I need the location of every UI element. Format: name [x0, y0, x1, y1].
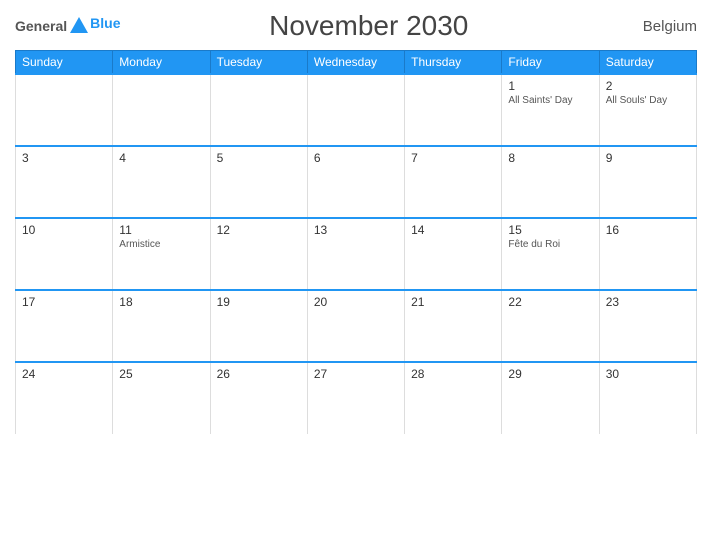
logo: General Blue [15, 15, 120, 37]
header: General Blue November 2030 Belgium [15, 10, 697, 42]
calendar-cell: 5 [210, 146, 307, 218]
day-number: 18 [119, 295, 203, 309]
calendar-cell [210, 74, 307, 146]
calendar-cell: 25 [113, 362, 210, 434]
calendar-cell: 26 [210, 362, 307, 434]
day-number: 8 [508, 151, 592, 165]
day-number: 30 [606, 367, 690, 381]
header-thursday: Thursday [405, 51, 502, 75]
calendar-cell: 29 [502, 362, 599, 434]
calendar-cell: 27 [307, 362, 404, 434]
calendar-cell: 19 [210, 290, 307, 362]
calendar-cell: 13 [307, 218, 404, 290]
day-number: 26 [217, 367, 301, 381]
day-number: 9 [606, 151, 690, 165]
calendar-week-row: 24 25 26 27 28 29 30 [16, 362, 697, 434]
calendar-cell: 14 [405, 218, 502, 290]
weekday-header-row: Sunday Monday Tuesday Wednesday Thursday… [16, 51, 697, 75]
calendar-cell [405, 74, 502, 146]
day-number: 23 [606, 295, 690, 309]
calendar-cell [16, 74, 113, 146]
holiday-label: All Saints' Day [508, 95, 592, 106]
holiday-label: All Souls' Day [606, 95, 690, 106]
day-number: 28 [411, 367, 495, 381]
day-number: 25 [119, 367, 203, 381]
day-number: 13 [314, 223, 398, 237]
month-title: November 2030 [120, 10, 617, 42]
calendar-cell: 7 [405, 146, 502, 218]
calendar-cell: 3 [16, 146, 113, 218]
calendar-week-row: 3456789 [16, 146, 697, 218]
calendar-cell: 11 Armistice [113, 218, 210, 290]
day-number: 14 [411, 223, 495, 237]
calendar-cell: 6 [307, 146, 404, 218]
calendar-cell: 4 [113, 146, 210, 218]
logo-icon [68, 15, 90, 37]
calendar-cell: 1 All Saints' Day [502, 74, 599, 146]
day-number: 11 [119, 223, 203, 237]
header-sunday: Sunday [16, 51, 113, 75]
day-number: 29 [508, 367, 592, 381]
day-number: 20 [314, 295, 398, 309]
header-monday: Monday [113, 51, 210, 75]
logo-general-text: General [15, 18, 67, 34]
calendar-cell: 2 All Souls' Day [599, 74, 696, 146]
calendar-cell: 21 [405, 290, 502, 362]
day-number: 16 [606, 223, 690, 237]
calendar-cell: 16 [599, 218, 696, 290]
calendar-cell: 15 Fête du Roi [502, 218, 599, 290]
day-number: 19 [217, 295, 301, 309]
calendar-cell: 20 [307, 290, 404, 362]
calendar-cell: 24 [16, 362, 113, 434]
day-number: 2 [606, 79, 690, 93]
holiday-label: Fête du Roi [508, 239, 592, 250]
calendar-cell: 17 [16, 290, 113, 362]
calendar-cell: 9 [599, 146, 696, 218]
header-saturday: Saturday [599, 51, 696, 75]
calendar-week-row: 10 11 Armistice 12 13 14 15 Fête du Roi 16 [16, 218, 697, 290]
calendar-cell: 8 [502, 146, 599, 218]
calendar-cell: 28 [405, 362, 502, 434]
calendar-cell: 10 [16, 218, 113, 290]
day-number: 17 [22, 295, 106, 309]
calendar-cell: 22 [502, 290, 599, 362]
day-number: 21 [411, 295, 495, 309]
day-number: 3 [22, 151, 106, 165]
day-number: 10 [22, 223, 106, 237]
logo-blue-text: Blue [90, 15, 120, 31]
calendar-grid: Sunday Monday Tuesday Wednesday Thursday… [15, 50, 697, 434]
calendar-cell [307, 74, 404, 146]
header-friday: Friday [502, 51, 599, 75]
day-number: 12 [217, 223, 301, 237]
day-number: 7 [411, 151, 495, 165]
country-label: Belgium [617, 18, 697, 35]
calendar-cell: 23 [599, 290, 696, 362]
calendar-cell: 12 [210, 218, 307, 290]
day-number: 22 [508, 295, 592, 309]
header-tuesday: Tuesday [210, 51, 307, 75]
calendar-container: General Blue November 2030 Belgium Sunda… [0, 0, 712, 550]
calendar-week-row: 17 18 19 20 21 22 23 [16, 290, 697, 362]
calendar-cell: 18 [113, 290, 210, 362]
calendar-week-row: 1 All Saints' Day 2 All Souls' Day [16, 74, 697, 146]
day-number: 6 [314, 151, 398, 165]
day-number: 24 [22, 367, 106, 381]
calendar-cell [113, 74, 210, 146]
day-number: 4 [119, 151, 203, 165]
day-number: 27 [314, 367, 398, 381]
day-number: 5 [217, 151, 301, 165]
holiday-label: Armistice [119, 239, 203, 250]
day-number: 15 [508, 223, 592, 237]
day-number: 1 [508, 79, 592, 93]
header-wednesday: Wednesday [307, 51, 404, 75]
calendar-cell: 30 [599, 362, 696, 434]
